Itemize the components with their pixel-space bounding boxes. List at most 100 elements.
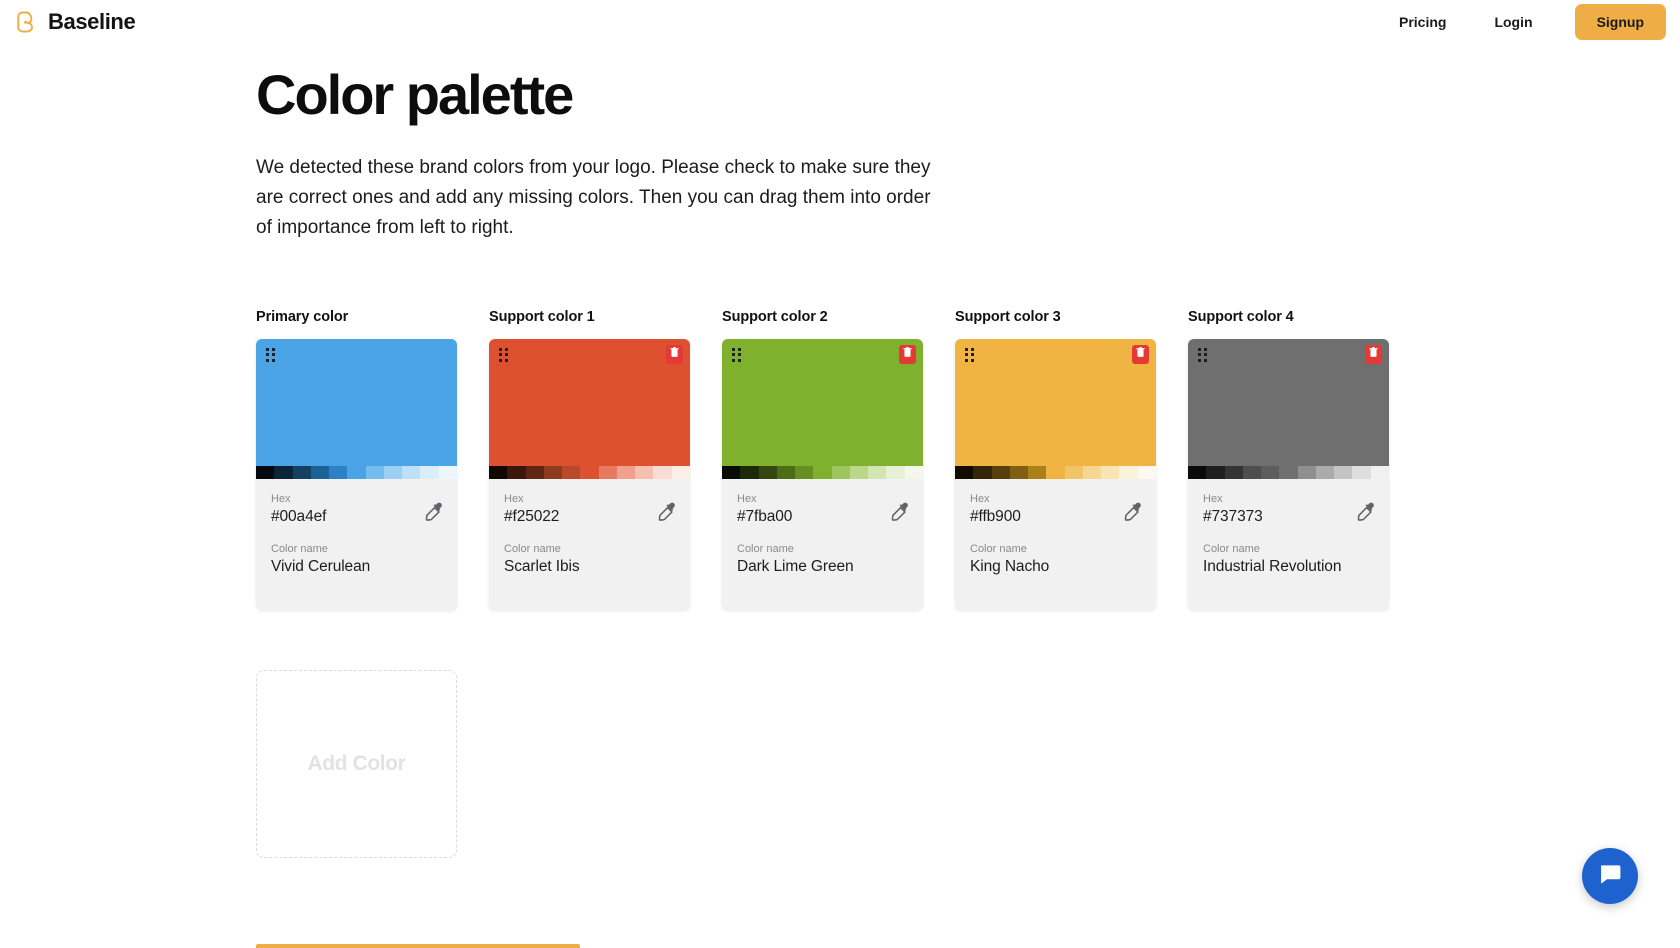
delete-color-button[interactable] [1132,344,1149,364]
page-description: We detected these brand colors from your… [256,156,931,238]
color-slot: Support color 4 Hex #737373 Color name I… [1188,308,1389,611]
trash-icon [670,345,679,363]
drag-handle-icon[interactable] [266,347,277,364]
color-name-field: Color name Vivid Cerulean [271,542,442,578]
eyedropper-icon[interactable] [657,501,679,523]
color-name-value[interactable]: King Nacho [970,557,1141,578]
hex-label: Hex [271,492,291,505]
color-slot: Support color 1 Hex #f25022 Color name S… [489,309,690,611]
shade-swatch [580,465,599,479]
color-card[interactable]: Hex #737373 Color name Industrial Revolu… [1188,338,1389,611]
chat-widget-button[interactable] [1582,848,1638,904]
shade-swatch [489,465,508,479]
shade-swatch [1119,465,1138,479]
nav-link-login[interactable]: Login [1470,6,1556,38]
hex-value[interactable]: #f25022 [504,507,675,528]
shade-swatch [310,465,330,479]
shade-swatch [886,465,905,479]
color-slot: Support color 2 Hex #7fba00 Color name D… [722,309,923,611]
shade-swatch [1101,465,1120,479]
color-name-field: Color name Scarlet Ibis [504,542,675,578]
color-name-value[interactable]: Vivid Cerulean [271,557,442,578]
color-card-body: Hex #737373 Color name Industrial Revolu… [1188,479,1389,610]
shade-swatch [1224,465,1243,479]
color-preview [489,338,690,466]
shade-swatch [740,465,759,479]
shade-swatch [329,465,348,479]
trash-icon [903,345,912,363]
shade-swatch [420,465,439,479]
shade-swatch [616,465,636,479]
color-name-label: Color name [970,543,1027,556]
shade-swatch [1242,465,1262,479]
add-color-button[interactable]: Add Color [256,670,457,859]
eyedropper-icon[interactable] [424,501,446,523]
shade-swatch [973,465,992,479]
eyedropper-icon[interactable] [1123,501,1145,523]
shade-swatch [525,465,544,479]
page-title: Color palette [256,63,574,126]
color-card[interactable]: Hex #00a4ef Color name Vivid Cerulean [256,338,457,611]
add-color-label: Add Color [307,752,406,776]
shade-swatch [1028,465,1047,479]
shade-swatch [1297,465,1316,479]
hex-value[interactable]: #737373 [1203,507,1374,528]
drag-handle-icon[interactable] [732,347,743,364]
signup-button[interactable]: Signup [1574,4,1666,40]
nav-link-pricing[interactable]: Pricing [1375,6,1470,38]
color-name-value[interactable]: Scarlet Ibis [504,557,675,578]
hex-value[interactable]: #00a4ef [271,507,442,528]
shade-swatch [1046,465,1065,479]
hex-value[interactable]: #ffb900 [970,507,1141,528]
shade-swatch [635,465,654,479]
shade-swatch [1188,465,1207,479]
eyedropper-icon[interactable] [1356,501,1378,523]
hex-label: Hex [504,492,524,505]
color-name-value[interactable]: Dark Lime Green [737,557,908,578]
delete-color-button[interactable] [666,344,683,364]
color-name-label: Color name [1203,543,1260,556]
color-card[interactable]: Hex #f25022 Color name Scarlet Ibis [489,338,690,611]
drag-handle-icon[interactable] [965,347,976,364]
hex-field: Hex #737373 [1203,492,1374,528]
shade-swatch [955,465,974,479]
shade-swatch [671,465,690,479]
shade-swatch [383,465,403,479]
color-name-value[interactable]: Industrial Revolution [1203,557,1374,578]
hex-field: Hex #7fba00 [737,492,908,528]
eyedropper-icon[interactable] [890,501,912,523]
hex-value[interactable]: #7fba00 [737,507,908,528]
shade-swatch [256,465,275,479]
shade-swatch [722,465,741,479]
brand-name: Baseline [48,9,136,34]
delete-color-button[interactable] [899,344,916,364]
shade-swatch [1315,465,1335,479]
brand-logo[interactable]: Baseline [14,9,136,35]
shade-swatch [1334,465,1353,479]
drag-handle-icon[interactable] [499,347,510,364]
drag-handle-icon[interactable] [1198,347,1209,364]
hex-field: Hex #f25022 [504,492,675,528]
color-name-field: Color name Industrial Revolution [1203,542,1374,578]
shade-swatch [991,465,1010,479]
shade-swatch [1009,465,1029,479]
color-card-body: Hex #7fba00 Color name Dark Lime Green [722,479,923,610]
color-card[interactable]: Hex #ffb900 Color name King Nacho [955,338,1156,611]
shade-strip [256,465,457,479]
color-card[interactable]: Hex #7fba00 Color name Dark Lime Green [722,338,923,611]
shade-swatch [776,465,796,479]
shade-swatch [1279,465,1298,479]
color-preview [256,338,457,466]
color-slot: Primary color Hex #00a4ef Color name Viv… [256,309,457,611]
shade-swatch [562,465,581,479]
shade-swatch [1352,465,1371,479]
baseline-logo-icon [14,9,40,35]
hex-field: Hex #00a4ef [271,492,442,528]
delete-color-button[interactable] [1365,344,1382,364]
shade-swatch [274,465,293,479]
shade-swatch [1137,465,1156,479]
shade-swatch [653,465,672,479]
shade-swatch [868,465,887,479]
color-slot-label: Support color 4 [1188,308,1294,325]
color-name-field: Color name King Nacho [970,542,1141,578]
